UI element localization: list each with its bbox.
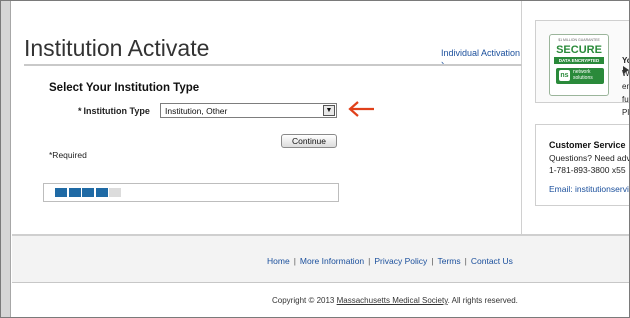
customer-service-phone: 1-781-893-3800 x55 (549, 165, 626, 175)
copyright-text: Copyright © 2013 Massachusetts Medical S… (272, 296, 518, 305)
ns-logo-icon: ns (559, 70, 570, 81)
footer-links: Home | More Information | Privacy Policy | Ter… (267, 256, 513, 266)
mms-link[interactable]: Massachusetts Medical Society (337, 296, 448, 305)
seal-encrypted-text: DATA ENCRYPTED (554, 57, 604, 64)
institution-type-label-text: Institution Type (83, 106, 150, 116)
institution-type-select[interactable]: Institution, Other ▼ (160, 103, 337, 118)
progress-segment (82, 188, 94, 197)
network-solutions-logo: ns network solutions (556, 68, 604, 84)
security-seal-panel: $1 MILLION GUARANTEE SECURE DATA ENCRYPT… (535, 20, 630, 117)
copyright-suffix: . All rights reserved. (447, 296, 518, 305)
seal-side-line: Pl (622, 108, 630, 117)
page-title: Institution Activate (24, 35, 210, 61)
required-note: *Required (49, 150, 87, 160)
continue-button[interactable]: Continue (281, 134, 337, 148)
customer-service-questions: Questions? Need adv (549, 153, 630, 163)
progress-segment (55, 188, 67, 197)
footer-link-contact-us[interactable]: Contact Us (471, 256, 513, 266)
seal-secure-text: SECURE (556, 44, 602, 56)
seal-solutions-text: solutions (573, 74, 593, 81)
progress-segment (68, 188, 81, 197)
progress-segment (95, 188, 108, 197)
footer-separator: | (464, 256, 467, 266)
seal-side-line: fu (622, 95, 629, 104)
footer-separator: | (368, 256, 371, 266)
seal-guarantee-text: $1 MILLION GUARANTEE (558, 38, 600, 42)
scroll-right-icon[interactable] (622, 52, 630, 92)
required-marker: * (78, 106, 82, 116)
footer-link-privacy-policy[interactable]: Privacy Policy (374, 256, 427, 266)
title-divider (24, 64, 522, 66)
customer-service-email-link[interactable]: Email: institutionservi (549, 184, 629, 194)
footer-link-more-information[interactable]: More Information (300, 256, 364, 266)
network-solutions-seal[interactable]: $1 MILLION GUARANTEE SECURE DATA ENCRYPT… (549, 34, 609, 96)
copyright-prefix: Copyright © 2013 (272, 296, 337, 305)
footer-bottom-divider (12, 282, 630, 283)
progress-bar (43, 183, 339, 202)
footer: Home | More Information | Privacy Policy | Ter… (12, 236, 630, 282)
institution-type-value: Institution, Other (165, 106, 228, 116)
dropdown-arrow-icon[interactable]: ▼ (323, 105, 335, 116)
footer-link-home[interactable]: Home (267, 256, 290, 266)
institution-type-label: * Institution Type (78, 106, 150, 116)
left-arrow-icon (348, 101, 374, 117)
footer-separator: | (431, 256, 434, 266)
section-heading: Select Your Institution Type (49, 82, 200, 94)
footer-separator: | (293, 256, 296, 266)
main-content: Institution Activate Individual Activati… (12, 0, 522, 234)
customer-service-panel: Customer Service Questions? Need adv 1-7… (535, 124, 630, 206)
progress-segment (109, 188, 121, 197)
customer-service-title: Customer Service (549, 140, 626, 150)
footer-link-terms[interactable]: Terms (438, 256, 461, 266)
